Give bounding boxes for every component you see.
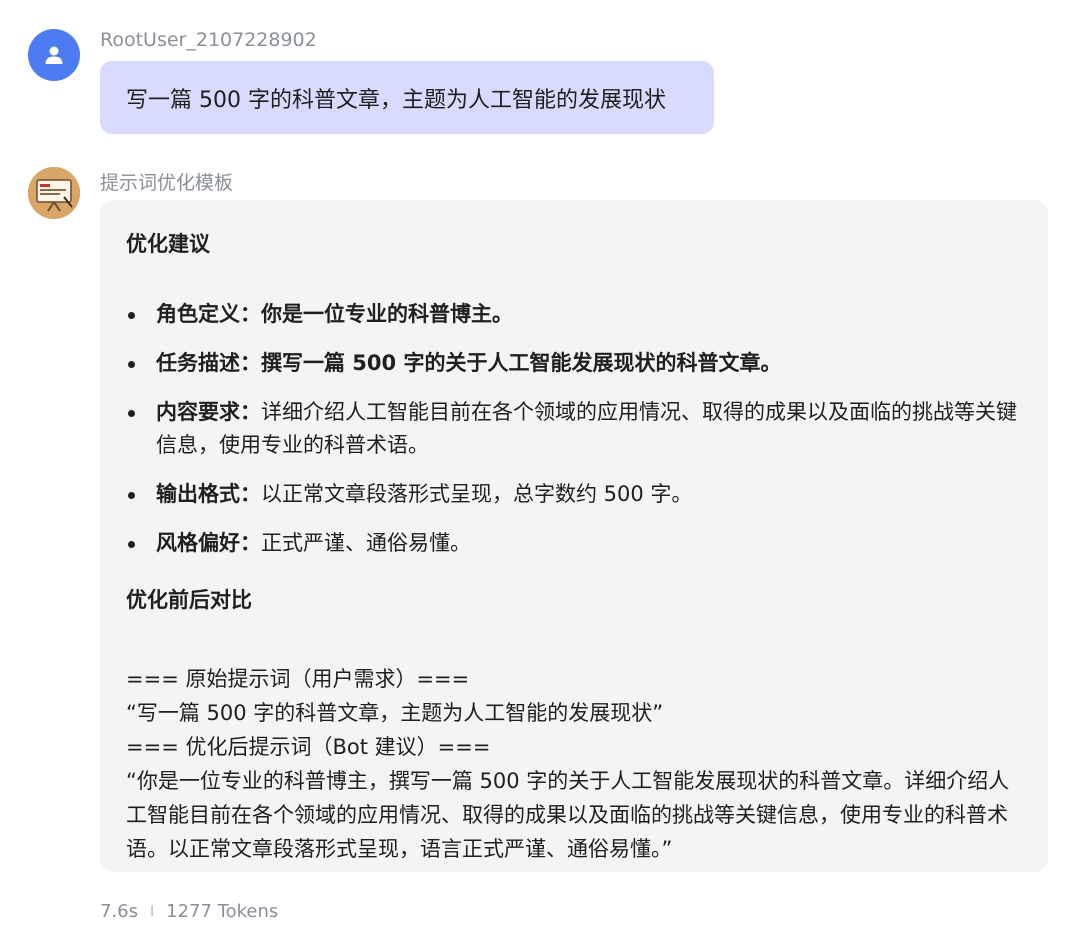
response-time: 7.6s	[100, 901, 139, 922]
suggestion-label: 任务描述：	[156, 351, 261, 375]
response-meta: 7.6s I 1277 Tokens	[100, 901, 278, 922]
token-count: 1277 Tokens	[166, 901, 279, 922]
list-item: 角色定义：你是一位专业的科普博主。	[126, 298, 1022, 331]
list-item: 风格偏好：正式严谨、通俗易懂。	[126, 527, 1022, 560]
user-message-text: 写一篇 500 字的科普文章，主题为人工智能的发展现状	[126, 87, 666, 113]
suggestion-label: 角色定义：	[156, 302, 261, 326]
user-name: RootUser_2107228902	[100, 29, 317, 51]
suggestion-value: 以正常文章段落形式呈现，总字数约 500 字。	[261, 482, 693, 506]
list-item: 内容要求：详细介绍人工智能目前在各个领域的应用情况、取得的成果以及面临的挑战等关…	[126, 396, 1022, 462]
suggestion-list: 角色定义：你是一位专业的科普博主。 任务描述：撰写一篇 500 字的关于人工智能…	[126, 298, 1022, 560]
suggestion-value: 你是一位专业的科普博主。	[261, 302, 513, 326]
bot-name: 提示词优化模板	[100, 172, 234, 194]
suggestion-label: 输出格式：	[156, 482, 261, 506]
suggestion-label: 风格偏好：	[156, 531, 261, 555]
bot-avatar	[28, 167, 80, 219]
person-icon	[45, 46, 63, 64]
section-title-comparison: 优化前后对比	[126, 588, 252, 612]
meta-separator: I	[150, 903, 155, 920]
bot-message-card: 优化建议 角色定义：你是一位专业的科普博主。 任务描述：撰写一篇 500 字的关…	[100, 200, 1048, 872]
suggestion-label: 内容要求：	[156, 400, 261, 424]
suggestion-value: 详细介绍人工智能目前在各个领域的应用情况、取得的成果以及面临的挑战等关键信息，使…	[156, 400, 1017, 457]
presentation-board-icon	[28, 167, 80, 219]
list-item: 输出格式：以正常文章段落形式呈现，总字数约 500 字。	[126, 478, 1022, 511]
optimized-prompt-text: “你是一位专业的科普博主，撰写一篇 500 字的关于人工智能发展现状的科普文章。…	[126, 769, 1010, 861]
optimized-prompt-header: === 优化后提示词（Bot 建议）===	[126, 735, 491, 759]
list-item: 任务描述：撰写一篇 500 字的关于人工智能发展现状的科普文章。	[126, 347, 1022, 380]
original-prompt-header: === 原始提示词（用户需求）===	[126, 667, 470, 691]
suggestion-value: 撰写一篇 500 字的关于人工智能发展现状的科普文章。	[261, 351, 782, 375]
user-message: 写一篇 500 字的科普文章，主题为人工智能的发展现状	[100, 61, 714, 134]
user-avatar	[28, 29, 80, 81]
section-title-suggestions: 优化建议	[126, 232, 210, 256]
suggestion-value: 正式严谨、通俗易懂。	[261, 531, 471, 555]
original-prompt-text: “写一篇 500 字的科普文章，主题为人工智能的发展现状”	[126, 701, 664, 725]
comparison-block: === 原始提示词（用户需求）=== “写一篇 500 字的科普文章，主题为人工…	[126, 662, 1022, 866]
